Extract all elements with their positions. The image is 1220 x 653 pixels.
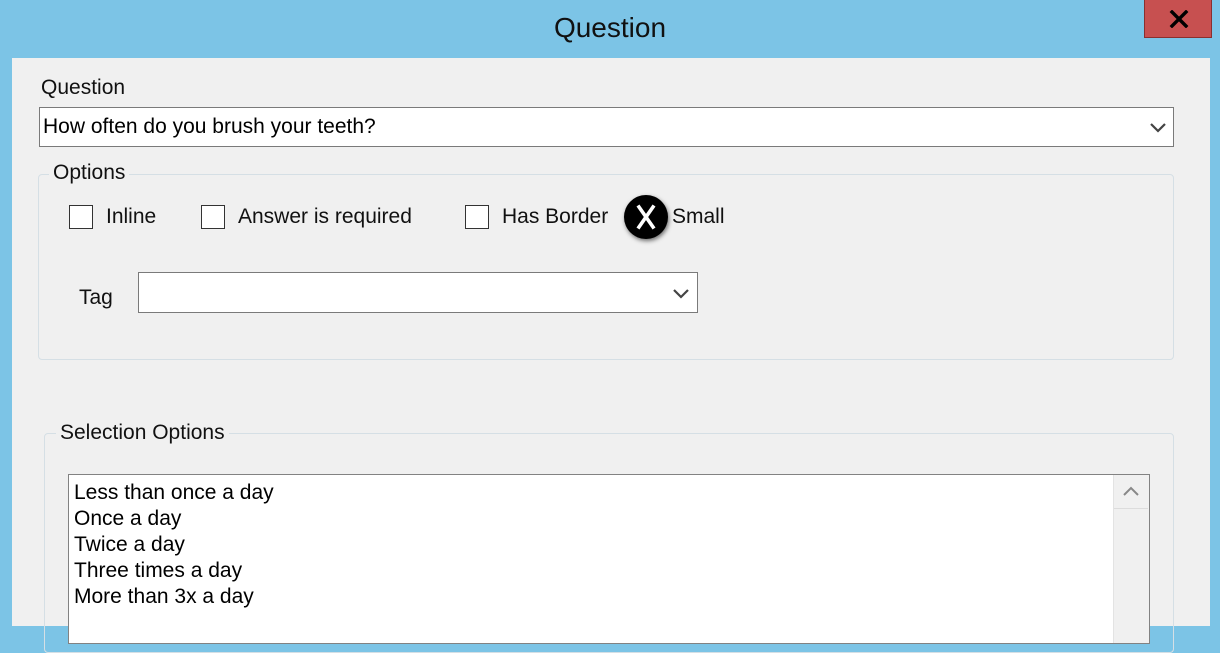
window-title: Question: [553, 12, 667, 43]
question-label: Question: [41, 76, 126, 99]
dialog-body: Question How often do you brush your tee…: [12, 58, 1210, 653]
scroll-up-button[interactable]: [1114, 475, 1148, 509]
close-button[interactable]: [1144, 0, 1212, 38]
has-border-label: Has Border: [502, 205, 609, 228]
tag-combobox[interactable]: [138, 272, 698, 313]
answer-required-checkbox[interactable]: [201, 205, 225, 229]
selection-options-legend: Selection Options: [56, 421, 229, 445]
has-border-checkbox[interactable]: [465, 205, 489, 229]
inline-label: Inline: [106, 205, 157, 228]
list-item: Twice a day: [74, 533, 185, 556]
title-bar: Question: [0, 0, 1220, 56]
question-combobox[interactable]: How often do you brush your teeth?: [39, 107, 1174, 147]
small-label: Small: [672, 205, 725, 228]
chevron-up-icon: [1123, 486, 1139, 496]
chevron-down-icon[interactable]: [1150, 122, 1166, 134]
vertical-scrollbar[interactable]: [1113, 475, 1149, 643]
list-item: Less than once a day: [74, 481, 274, 504]
annotation-marker-x-icon: [624, 195, 668, 239]
tag-label: Tag: [79, 286, 113, 309]
list-item: Once a day: [74, 507, 182, 530]
list-item: Three times a day: [74, 559, 243, 582]
answer-required-label: Answer is required: [238, 205, 412, 228]
selection-options-textbox[interactable]: Less than once a day Once a day Twice a …: [68, 474, 1150, 644]
options-group: [38, 174, 1174, 360]
x-mark-icon: [636, 204, 656, 230]
close-icon: [1169, 10, 1189, 28]
options-legend: Options: [49, 161, 130, 185]
question-value: How often do you brush your teeth?: [43, 115, 376, 138]
inline-checkbox[interactable]: [69, 205, 93, 229]
list-item: More than 3x a day: [74, 585, 254, 608]
chevron-down-icon[interactable]: [673, 288, 689, 300]
